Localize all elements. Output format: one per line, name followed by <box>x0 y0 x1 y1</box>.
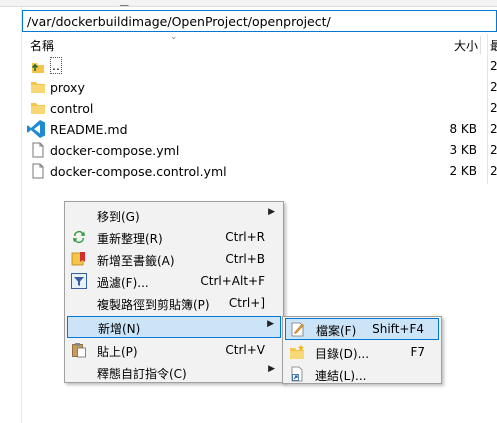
menu-item-label: 過濾(F)... <box>97 276 149 290</box>
column-header: 名稱 ⌄ 大小 最 <box>22 32 497 56</box>
menu-item-shortcut: Ctrl+] <box>228 296 265 310</box>
column-name-header[interactable]: 名稱 <box>30 37 54 54</box>
context-menu: 移到(G) ▶ 重新整理(R) Ctrl+R 新增至書籤(A) Ctrl+B 過… <box>64 201 284 383</box>
menu-item-label: 檔案(F) <box>316 324 357 338</box>
file-name: README.md <box>50 122 128 137</box>
new-file-icon <box>290 321 306 337</box>
left-pane-edge <box>0 7 22 423</box>
new-link-icon <box>289 366 305 382</box>
menu-item-refresh[interactable]: 重新整理(R) Ctrl+R <box>67 226 281 248</box>
menu-item-label: 連結(L)... <box>315 369 367 383</box>
file-name: proxy <box>50 80 85 95</box>
filter-icon <box>71 273 87 289</box>
new-submenu: 檔案(F) Shift+F4 目錄(D)... F7 連結(L)... <box>282 316 442 384</box>
menu-item-shortcut: Ctrl+Alt+F <box>200 274 265 288</box>
submenu-arrow-icon: ▶ <box>268 207 275 217</box>
parent-folder-icon <box>30 58 46 74</box>
menu-item-label: 重新整理(R) <box>97 232 163 246</box>
bookmark-icon <box>71 251 87 267</box>
menu-item-label: 釋態自訂指令(C) <box>97 367 187 381</box>
column-divider[interactable] <box>480 36 481 54</box>
new-folder-icon <box>289 344 305 360</box>
list-item-file[interactable]: docker-compose.yml 3 KB 2 <box>22 140 497 161</box>
file-icon <box>30 142 46 158</box>
refresh-icon <box>71 229 87 245</box>
submenu-item-new-link[interactable]: 連結(L)... <box>285 363 439 385</box>
file-list: .. 2 proxy 2 control 2 README.md 8 KB 2 … <box>22 56 497 182</box>
menu-item-shortcut: Ctrl+B <box>225 252 265 266</box>
menu-item-filter[interactable]: 過濾(F)... Ctrl+Alt+F <box>67 270 281 292</box>
menu-item-label: 移到(G) <box>97 210 140 224</box>
menu-item-custom-commands[interactable]: 釋態自訂指令(C) ▶ <box>67 361 281 383</box>
menu-item-add-bookmark[interactable]: 新增至書籤(A) Ctrl+B <box>67 248 281 270</box>
menu-item-label: 新增至書籤(A) <box>97 254 175 268</box>
file-date: 2 <box>490 101 497 115</box>
submenu-arrow-icon: ▶ <box>267 319 274 329</box>
submenu-item-new-file[interactable]: 檔案(F) Shift+F4 <box>285 318 439 340</box>
menu-item-shortcut: Ctrl+V <box>225 343 265 357</box>
menu-item-shortcut: Ctrl+R <box>225 230 265 244</box>
toolbar-edge-icon[interactable]: ▁ <box>120 0 128 6</box>
chevron-down-icon: ⌄ <box>170 32 178 42</box>
menu-item-new[interactable]: 新增(N) ▶ <box>67 316 281 338</box>
folder-icon <box>30 79 46 95</box>
menu-item-paste[interactable]: 貼上(P) Ctrl+V <box>67 339 281 361</box>
path-text: /var/dockerbuildimage/OpenProject/openpr… <box>27 14 331 29</box>
list-item-folder[interactable]: control 2 <box>22 98 497 119</box>
paste-icon <box>71 342 87 358</box>
path-bar[interactable]: /var/dockerbuildimage/OpenProject/openpr… <box>22 10 497 32</box>
menu-item-label: 新增(N) <box>98 322 141 336</box>
menu-item-label: 複製路徑到剪貼簿(P) <box>97 298 210 312</box>
list-item-parent[interactable]: .. 2 <box>22 56 497 77</box>
file-name: control <box>50 101 94 116</box>
file-date: 2 <box>490 164 497 178</box>
submenu-item-new-folder[interactable]: 目錄(D)... F7 <box>285 341 439 363</box>
column-size-header[interactable]: 大小 <box>454 37 478 54</box>
file-size: 3 KB <box>449 143 477 157</box>
list-item-file[interactable]: docker-compose.control.yml 2 KB 2 <box>22 161 497 182</box>
toolbar: ▁ <box>0 0 497 7</box>
menu-item-copy-path[interactable]: 複製路徑到剪貼簿(P) Ctrl+] <box>67 292 281 314</box>
file-date: 2 <box>490 80 497 94</box>
file-size: 2 KB <box>449 164 477 178</box>
vscode-icon <box>26 119 46 139</box>
column-date-header[interactable]: 最 <box>490 37 497 54</box>
file-date: 2 <box>490 122 497 136</box>
list-item-folder[interactable]: proxy 2 <box>22 77 497 98</box>
file-date: 2 <box>490 143 497 157</box>
menu-item-move-to[interactable]: 移到(G) ▶ <box>67 204 281 226</box>
menu-item-label: 貼上(P) <box>97 345 138 359</box>
file-size: 8 KB <box>449 122 477 136</box>
folder-icon <box>30 100 46 116</box>
file-date: 2 <box>490 59 497 73</box>
submenu-arrow-icon: ▶ <box>268 364 275 374</box>
file-name: docker-compose.control.yml <box>50 164 227 179</box>
menu-item-label: 目錄(D)... <box>315 347 370 361</box>
menu-item-shortcut: F7 <box>410 345 425 359</box>
file-name: docker-compose.yml <box>50 143 180 158</box>
menu-item-shortcut: Shift+F4 <box>372 322 424 336</box>
list-item-file[interactable]: README.md 8 KB 2 <box>22 119 497 140</box>
file-name: .. <box>50 57 62 74</box>
file-icon <box>30 163 46 179</box>
